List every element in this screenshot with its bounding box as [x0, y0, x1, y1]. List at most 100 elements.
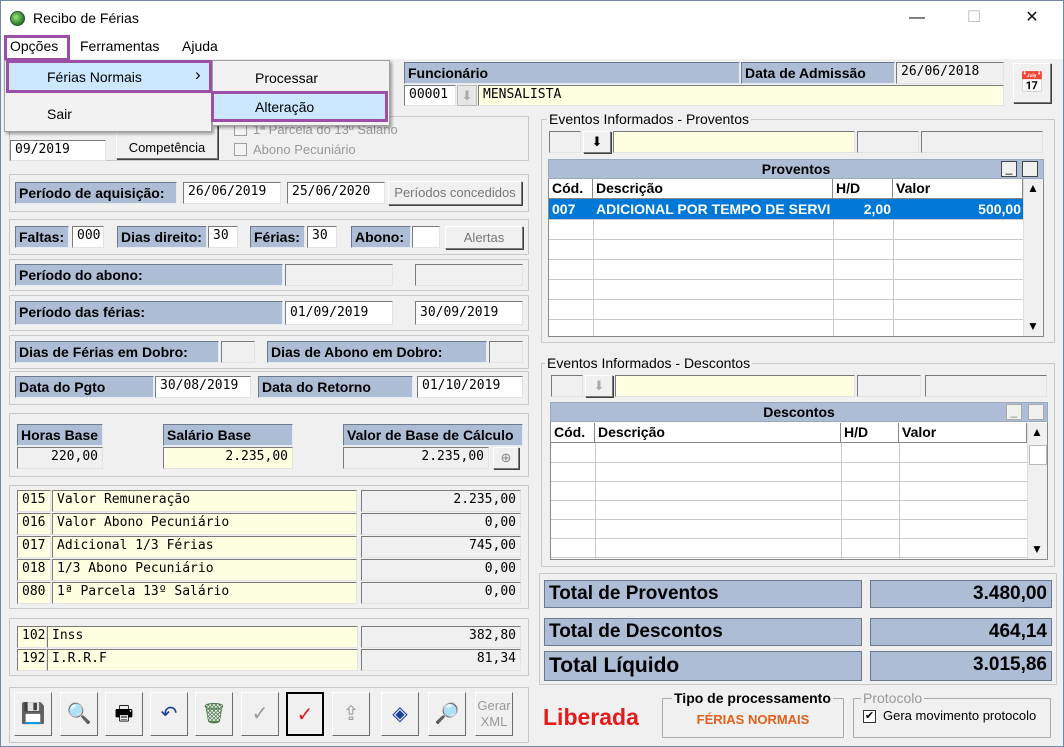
- gerar-xml-button[interactable]: Gerar XML: [475, 692, 513, 736]
- grid-col-line: [833, 219, 834, 336]
- proventos-code-input[interactable]: [549, 131, 581, 153]
- proventos-hd-input[interactable]: [857, 131, 919, 153]
- calc-code: 080: [17, 582, 51, 604]
- search-icon[interactable]: 🔍: [60, 692, 98, 736]
- dias-direito-label: Dias direito:: [117, 226, 207, 248]
- navigate-icon[interactable]: ◈: [381, 692, 419, 736]
- proventos-download-icon[interactable]: ⬇: [583, 131, 611, 153]
- total-liquido-label: Total Líquido: [544, 651, 862, 681]
- calc-value: 745,00: [361, 536, 521, 558]
- descontos-col-desc: Descrição: [595, 423, 841, 443]
- abono-dias-field[interactable]: [412, 226, 440, 248]
- grid-row-line: [551, 500, 1027, 501]
- protocolo-group-title: Protocolo: [861, 690, 925, 706]
- abono-checkbox[interactable]: [234, 143, 247, 156]
- menu-ferias-normais-label: Férias Normais: [47, 69, 142, 85]
- dias-abono-dobro-field[interactable]: [489, 341, 523, 363]
- export-icon[interactable]: ⇪: [332, 692, 370, 736]
- proventos-row-hd: 2,00: [863, 201, 891, 217]
- employee-code-field[interactable]: 00001: [404, 85, 456, 106]
- proventos-scroll-down-icon[interactable]: ▼: [1027, 319, 1039, 333]
- ferias-field[interactable]: 30: [307, 226, 337, 248]
- descontos-scrollbar[interactable]: [1027, 423, 1047, 559]
- calc-desc: 1ª Parcela 13º Salário: [52, 582, 357, 604]
- menu-ferias-normais[interactable]: Férias Normais ›: [6, 60, 212, 93]
- desc-desc: Inss: [47, 626, 358, 648]
- base-calculo-field[interactable]: 2.235,00: [343, 447, 489, 469]
- descontos-download-icon[interactable]: ⬇: [585, 375, 613, 397]
- descontos-scroll-thumb[interactable]: [1029, 445, 1047, 465]
- descontos-desc-input[interactable]: [615, 375, 855, 397]
- tipo-label: Tipo de processamento: [672, 690, 833, 706]
- grid-col-line: [593, 219, 594, 336]
- save-icon[interactable]: 💾: [14, 692, 52, 736]
- proventos-row[interactable]: 007 ADICIONAL POR TEMPO DE SERVI 2,00 50…: [549, 199, 1023, 219]
- descontos-minimize-icon[interactable]: _: [1006, 404, 1022, 420]
- abono-label: Abono Pecuniário: [253, 142, 356, 157]
- aquisicao-fim-field[interactable]: 25/06/2020: [287, 182, 385, 204]
- descontos-scroll-up-icon[interactable]: ▲: [1031, 425, 1043, 439]
- protocolo-checkbox[interactable]: ✔: [863, 710, 876, 723]
- menu-alteracao[interactable]: Alteração: [211, 91, 388, 122]
- desc-value: 382,80: [361, 626, 521, 648]
- employee-lookup-icon[interactable]: ⬇: [457, 85, 477, 106]
- minimize-button[interactable]: —: [894, 5, 940, 31]
- calc-value: 0,00: [361, 582, 521, 604]
- grid-col-line: [841, 443, 842, 559]
- confirm-icon[interactable]: ✓: [241, 692, 279, 736]
- menu-ajuda[interactable]: Ajuda: [182, 38, 218, 54]
- maximize-button[interactable]: ☐: [951, 5, 997, 31]
- data-retorno-field[interactable]: 01/10/2019: [417, 376, 523, 398]
- menu-bar: [1, 35, 1063, 59]
- data-pgto-label: Data do Pgto: [15, 376, 154, 398]
- periodo-ferias-inicio-field[interactable]: 01/09/2019: [285, 301, 393, 325]
- proventos-row-desc: ADICIONAL POR TEMPO DE SERVI: [596, 201, 831, 217]
- delete-icon[interactable]: 🗑: [195, 692, 233, 736]
- dias-direito-field[interactable]: 30: [208, 226, 238, 248]
- descontos-hd-input[interactable]: [857, 375, 921, 397]
- menu-opcoes[interactable]: Opções: [10, 38, 58, 54]
- funcionario-label: Funcionário: [404, 62, 740, 84]
- descontos-code-input[interactable]: [551, 375, 583, 397]
- calendar-icon[interactable]: 📅: [1013, 63, 1051, 103]
- periodo-abono-fim-field[interactable]: [415, 264, 523, 286]
- undo-icon[interactable]: ↶: [150, 692, 188, 736]
- data-pgto-field[interactable]: 30/08/2019: [155, 376, 251, 398]
- descontos-maximize-icon[interactable]: [1028, 404, 1044, 420]
- faltas-field[interactable]: 000: [72, 226, 104, 248]
- approve-icon[interactable]: ✓: [286, 692, 324, 736]
- zoom-disabled-icon[interactable]: 🔎: [428, 692, 466, 736]
- competencia-field[interactable]: 09/2019: [10, 140, 106, 161]
- calculator-icon[interactable]: ⊕: [493, 447, 519, 469]
- menu-ferramentas[interactable]: Ferramentas: [80, 38, 159, 54]
- alertas-button[interactable]: Alertas: [445, 226, 523, 249]
- proventos-col-desc: Descrição: [593, 179, 833, 199]
- menu-sair[interactable]: Sair: [47, 106, 72, 122]
- close-button[interactable]: ✕: [1009, 5, 1055, 31]
- menu-processar[interactable]: Processar: [255, 70, 318, 86]
- dias-ferias-dobro-field[interactable]: [221, 341, 255, 363]
- menu-alteracao-label: Alteração: [255, 99, 315, 115]
- proventos-desc-input[interactable]: [613, 131, 855, 153]
- faltas-label: Faltas:: [15, 226, 69, 248]
- aquisicao-inicio-field[interactable]: 26/06/2019: [183, 182, 281, 204]
- grid-row-line: [549, 219, 1023, 220]
- periodo-abono-inicio-field[interactable]: [285, 264, 393, 286]
- calc-desc: Adicional 1/3 Férias: [52, 536, 357, 558]
- proventos-scroll-up-icon[interactable]: ▲: [1027, 181, 1039, 195]
- descontos-scroll-down-icon[interactable]: ▼: [1031, 542, 1043, 556]
- proventos-minimize-icon[interactable]: _: [1001, 161, 1017, 177]
- proventos-scrollbar[interactable]: [1023, 179, 1043, 336]
- salario-base-field[interactable]: 2.235,00: [163, 447, 293, 469]
- periodo-ferias-fim-field[interactable]: 30/09/2019: [415, 301, 523, 325]
- horas-base-label: Horas Base: [17, 424, 103, 446]
- proventos-valor-input[interactable]: [921, 131, 1043, 153]
- descontos-valor-input[interactable]: [925, 375, 1047, 397]
- grid-row-line: [549, 319, 1023, 320]
- periodo-abono-label: Período do abono:: [15, 264, 283, 286]
- print-icon[interactable]: 🖶: [105, 692, 143, 736]
- horas-base-field[interactable]: 220,00: [17, 447, 103, 469]
- proventos-maximize-icon[interactable]: [1022, 161, 1038, 177]
- periodos-concedidos-button[interactable]: Períodos concedidos: [388, 181, 522, 205]
- proventos-group-title: Eventos Informados - Proventos: [547, 111, 751, 127]
